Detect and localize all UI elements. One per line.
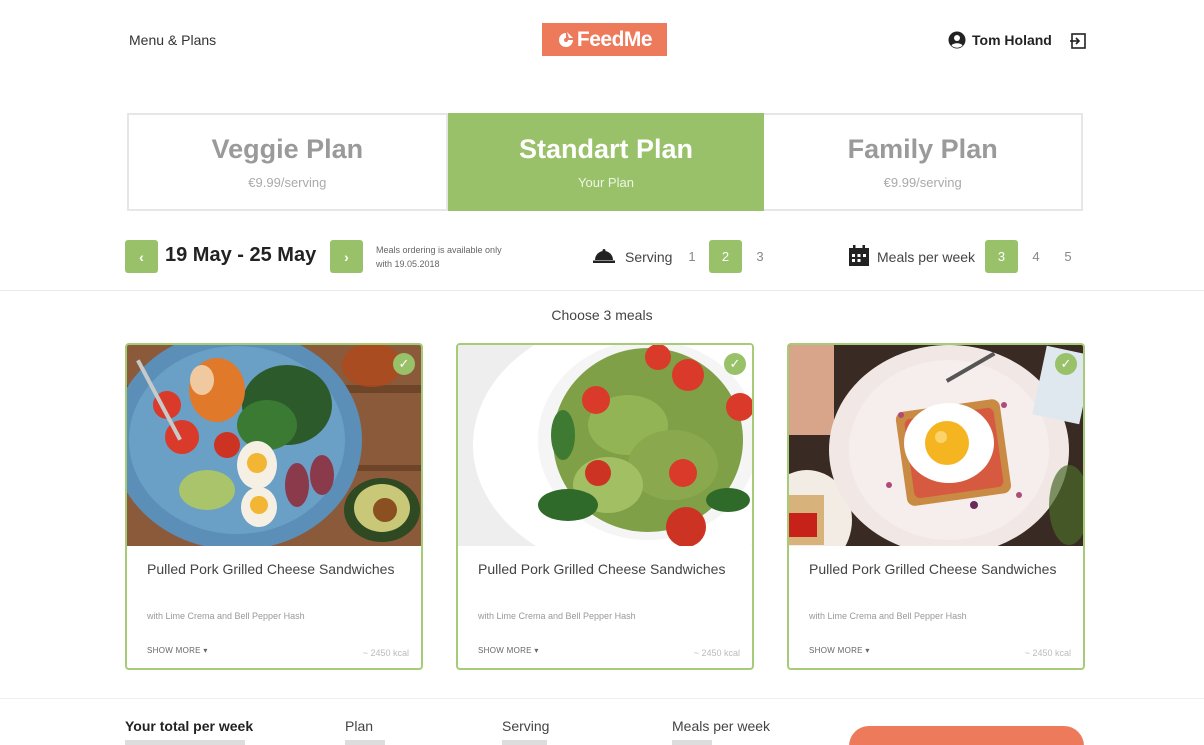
- serving-option-label: 2: [721, 249, 730, 264]
- meal-image-salad: ✓: [127, 345, 421, 546]
- serving-option-3[interactable]: 3: [750, 249, 770, 264]
- footer-meals-label: Meals per week: [672, 718, 771, 734]
- caret-down-icon: ▾: [865, 646, 870, 655]
- next-week-button[interactable]: ›: [330, 240, 363, 273]
- serving-option-1[interactable]: 1: [682, 249, 702, 264]
- caret-down-icon: ▾: [534, 646, 539, 655]
- user-name: Tom Holand: [972, 32, 1052, 48]
- meal-image-egg-toast: ✓: [789, 345, 1083, 546]
- meal-description: with Lime Crema and Bell Pepper Hash: [809, 611, 967, 621]
- plan-family[interactable]: Family Plan €9.99/serving: [764, 115, 1081, 209]
- plan-selector: Veggie Plan €9.99/serving Standart Plan …: [127, 113, 1083, 211]
- plan-title: Family Plan: [847, 134, 998, 164]
- total-value-placeholder: [125, 740, 245, 745]
- chevron-left-icon: ‹: [139, 248, 144, 265]
- order-button[interactable]: [849, 726, 1084, 745]
- brand-name: FeedMe: [576, 27, 653, 51]
- top-bar: Menu & Plans FeedMe Tom Holand: [0, 0, 1204, 80]
- prev-week-button[interactable]: ‹: [125, 240, 158, 273]
- meals-option-label: 3: [997, 249, 1006, 264]
- footer-plan-label: Plan: [345, 718, 374, 734]
- meal-name: Pulled Pork Grilled Cheese Sandwiches: [809, 561, 1057, 577]
- cloche-icon: [593, 249, 615, 263]
- ordering-note: Meals ordering is available only with 19…: [376, 245, 502, 269]
- meal-card[interactable]: ✓ Pulled Pork Grilled Cheese Sandwiches …: [456, 343, 754, 670]
- plan-title: Standart Plan: [518, 134, 694, 164]
- footer-serving-label: Serving: [502, 718, 550, 734]
- show-more-label: SHOW MORE: [809, 646, 863, 655]
- show-more-button[interactable]: SHOW MORE ▾: [478, 646, 539, 655]
- serving-value-placeholder: [502, 740, 547, 745]
- week-controls: ‹ 19 May - 25 May › Meals ordering is av…: [0, 238, 1204, 278]
- show-more-button[interactable]: SHOW MORE ▾: [809, 646, 870, 655]
- feedme-logo-icon: [557, 31, 575, 49]
- meal-card[interactable]: ✓ Pulled Pork Grilled Cheese Sandwiches …: [787, 343, 1085, 670]
- selected-check-icon: ✓: [393, 353, 415, 375]
- show-more-button[interactable]: SHOW MORE ▾: [147, 646, 208, 655]
- selected-check-icon: ✓: [724, 353, 746, 375]
- meal-calories: ~ 2450 kcal: [1024, 648, 1071, 658]
- choose-meals-text: Choose 3 meals: [551, 307, 653, 323]
- brand-logo[interactable]: FeedMe: [542, 23, 667, 56]
- meal-name: Pulled Pork Grilled Cheese Sandwiches: [478, 561, 726, 577]
- plan-title: Veggie Plan: [211, 134, 364, 164]
- plan-standart[interactable]: Standart Plan Your Plan: [447, 113, 765, 211]
- selected-check-icon: ✓: [1055, 353, 1077, 375]
- meals-option-4[interactable]: 4: [1026, 249, 1046, 264]
- menu-plans-link[interactable]: Menu & Plans: [129, 32, 216, 48]
- meals-option-3-selected[interactable]: 3: [985, 240, 1018, 273]
- meal-card[interactable]: ✓ Pulled Pork Grilled Cheese Sandwiches …: [125, 343, 423, 670]
- user-avatar-icon: [948, 31, 966, 49]
- meal-calories: ~ 2450 kcal: [693, 648, 740, 658]
- week-range: 19 May - 25 May: [165, 244, 317, 266]
- plan-price: €9.99/serving: [883, 175, 962, 190]
- caret-down-icon: ▾: [203, 646, 208, 655]
- serving-option-2-selected[interactable]: 2: [709, 240, 742, 273]
- meal-image-pasta: ✓: [458, 345, 752, 546]
- plan-price: €9.99/serving: [248, 175, 327, 190]
- meal-description: with Lime Crema and Bell Pepper Hash: [147, 611, 305, 621]
- serving-label: Serving: [625, 249, 673, 265]
- show-more-label: SHOW MORE: [147, 646, 201, 655]
- meals-option-5[interactable]: 5: [1058, 249, 1078, 264]
- show-more-label: SHOW MORE: [478, 646, 532, 655]
- plan-value-placeholder: [345, 740, 385, 745]
- chevron-right-icon: ›: [344, 248, 349, 265]
- divider: [0, 290, 1204, 291]
- meals-per-week-label: Meals per week: [877, 249, 976, 265]
- logout-icon[interactable]: [1069, 32, 1087, 50]
- calendar-icon: [849, 245, 869, 266]
- meal-name: Pulled Pork Grilled Cheese Sandwiches: [147, 561, 395, 577]
- plan-status: Your Plan: [578, 175, 634, 190]
- user-menu[interactable]: Tom Holand: [948, 31, 1052, 49]
- meal-calories: ~ 2450 kcal: [362, 648, 409, 658]
- footer-divider: [0, 698, 1204, 699]
- meal-description: with Lime Crema and Bell Pepper Hash: [478, 611, 636, 621]
- plan-veggie[interactable]: Veggie Plan €9.99/serving: [129, 115, 448, 209]
- total-per-week-label: Your total per week: [125, 718, 254, 734]
- meals-value-placeholder: [672, 740, 712, 745]
